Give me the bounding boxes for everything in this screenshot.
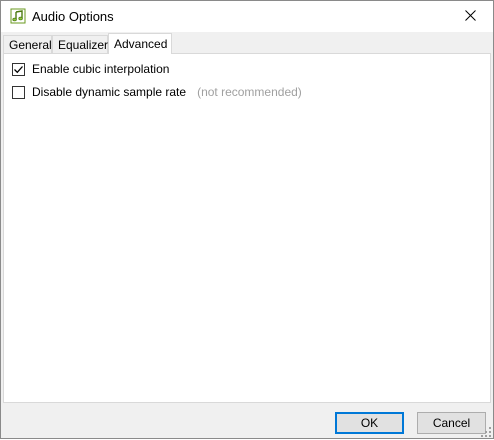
tab-advanced[interactable]: Advanced <box>108 33 172 54</box>
ok-button[interactable]: OK <box>335 412 404 434</box>
dynamic-sample-rate-checkbox[interactable] <box>12 85 25 99</box>
dynamic-sample-rate-label: Disable dynamic sample rate <box>32 85 187 99</box>
close-button[interactable] <box>447 1 493 32</box>
cancel-button[interactable]: Cancel <box>417 412 486 434</box>
tab-general[interactable]: General <box>3 35 52 53</box>
audio-options-dialog: Audio Options General Equalizer Advanced… <box>0 0 494 439</box>
tab-equalizer[interactable]: Equalizer <box>52 35 108 53</box>
advanced-tab-panel: Enable cubic interpolation Disable dynam… <box>3 53 491 403</box>
tab-strip: General Equalizer Advanced <box>3 33 491 54</box>
not-recommended-hint: (not recommended) <box>197 85 302 99</box>
cubic-interpolation-label: Enable cubic interpolation <box>32 62 170 76</box>
checkmark-icon <box>14 65 23 73</box>
dynamic-sample-rate-option[interactable]: Disable dynamic sample rate (not recomme… <box>12 84 302 100</box>
window-title: Audio Options <box>32 9 114 24</box>
close-icon <box>464 9 476 24</box>
resize-grip-icon[interactable] <box>481 426 491 437</box>
dialog-footer: OK Cancel <box>1 405 493 438</box>
cubic-interpolation-checkbox[interactable] <box>12 62 25 76</box>
cubic-interpolation-option[interactable]: Enable cubic interpolation <box>12 61 169 77</box>
music-note-icon <box>10 8 26 24</box>
title-bar[interactable]: Audio Options <box>1 1 493 32</box>
